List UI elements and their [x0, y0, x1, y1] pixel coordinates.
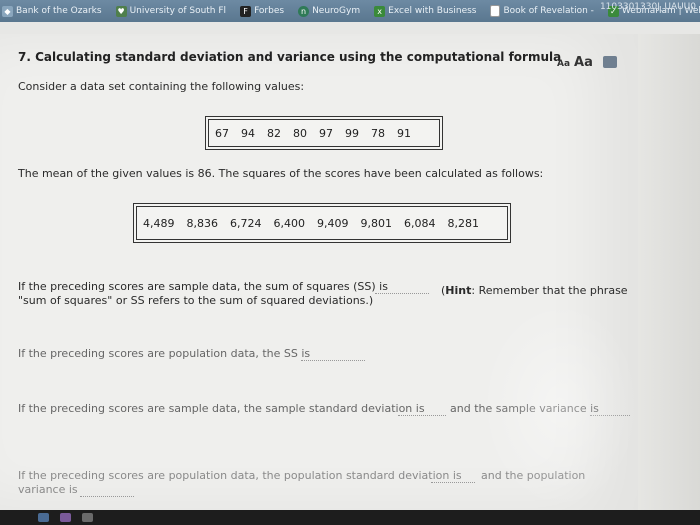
- q3-variance-answer-field[interactable]: [590, 414, 630, 416]
- q3-text: If the preceding scores are sample data,…: [18, 402, 425, 415]
- squares-row: 4,489 8,836 6,724 6,400 9,409 9,801 6,08…: [136, 206, 508, 240]
- forbes-icon: F: [240, 5, 252, 17]
- bookmark-label: Forbes: [254, 6, 285, 16]
- increase-text-button[interactable]: Aa: [574, 55, 593, 70]
- bookmark-id-text: 1103301330J_UAUU0: [599, 2, 696, 12]
- bookmark-revelation[interactable]: Book of Revelation -: [490, 5, 594, 17]
- q4-text-variance: and the population: [481, 469, 586, 482]
- taskbar-app-icon[interactable]: [82, 513, 93, 522]
- q1-hint: (Hint: Remember that the phrase: [441, 284, 628, 297]
- bookmark-label: Book of Revelation -: [503, 6, 594, 16]
- question-title: 7. Calculating standard deviation and va…: [18, 50, 562, 64]
- value-cell: 94: [241, 126, 255, 140]
- bookmark-bank[interactable]: ◆ Bank of the Ozarks: [2, 5, 102, 17]
- print-icon[interactable]: [602, 56, 617, 68]
- bookmark-label: NeuroGym: [312, 6, 361, 16]
- question-intro: Consider a data set containing the follo…: [18, 80, 305, 93]
- bookmark-neurogym[interactable]: n NeuroGym: [298, 5, 361, 17]
- square-cell: 8,281: [447, 216, 480, 230]
- square-cell: 9,801: [360, 216, 393, 230]
- square-cell: 6,400: [273, 216, 306, 230]
- value-cell: 80: [293, 126, 307, 140]
- q4-text: If the preceding scores are population d…: [18, 469, 462, 482]
- q3-sd-answer-field[interactable]: [398, 414, 446, 416]
- value-cell: 78: [371, 126, 385, 140]
- squares-table: 4,489 8,836 6,724 6,400 9,409 9,801 6,08…: [133, 203, 511, 243]
- q2-ss-answer-field[interactable]: [301, 359, 365, 361]
- bookmark-excel[interactable]: x Excel with Business: [374, 5, 477, 17]
- q4-text-continued: variance is: [18, 483, 78, 496]
- hint-label: Hint: [445, 284, 472, 297]
- page-icon: [490, 5, 501, 17]
- square-cell: 6,724: [230, 216, 262, 230]
- university-icon: ♥: [115, 5, 127, 17]
- square-cell: 6,084: [404, 216, 436, 230]
- text-tools: Aa Aa: [557, 54, 617, 70]
- q3-text-variance: and the sample variance is: [450, 402, 599, 415]
- q1-text-continued: "sum of squares" or SS refers to the sum…: [18, 294, 374, 307]
- values-row: 67 94 82 80 97 99 78 91: [208, 119, 440, 147]
- taskbar-app-icon[interactable]: [60, 513, 71, 522]
- mean-statement: The mean of the given values is 86. The …: [18, 167, 544, 180]
- bookmark-university[interactable]: ♥ University of South Fl: [115, 5, 227, 17]
- decrease-text-button[interactable]: Aa: [557, 59, 570, 69]
- taskbar-app-icon[interactable]: [38, 513, 49, 522]
- value-cell: 67: [215, 126, 229, 140]
- q1-text: If the preceding scores are sample data,…: [18, 280, 388, 293]
- question-page: [0, 34, 638, 510]
- value-cell: 99: [345, 126, 359, 140]
- excel-icon: x: [374, 5, 386, 17]
- bookmark-label: University of South Fl: [129, 6, 227, 16]
- bank-icon: ◆: [2, 5, 13, 17]
- q2-text: If the preceding scores are population d…: [18, 347, 311, 360]
- value-cell: 82: [267, 126, 281, 140]
- square-cell: 9,409: [317, 216, 349, 230]
- q4-sd-answer-field[interactable]: [431, 481, 475, 483]
- right-margin: [638, 34, 700, 510]
- value-cell: 91: [397, 126, 411, 140]
- neurogym-icon: n: [298, 5, 310, 17]
- hint-text: : Remember that the phrase: [471, 284, 628, 297]
- value-cell: 97: [319, 126, 333, 140]
- square-cell: 8,836: [186, 216, 219, 230]
- bookmark-label: Excel with Business: [388, 6, 477, 16]
- q1-ss-answer-field[interactable]: [375, 292, 429, 294]
- bookmark-forbes[interactable]: F Forbes: [240, 5, 285, 17]
- bookmark-label: Bank of the Ozarks: [16, 6, 102, 16]
- q4-variance-answer-field[interactable]: [80, 495, 134, 497]
- taskbar: [0, 510, 700, 525]
- bookmarks-bar: ◆ Bank of the Ozarks ♥ University of South…: [0, 0, 700, 22]
- values-table: 67 94 82 80 97 99 78 91: [205, 116, 443, 150]
- square-cell: 4,489: [143, 216, 175, 230]
